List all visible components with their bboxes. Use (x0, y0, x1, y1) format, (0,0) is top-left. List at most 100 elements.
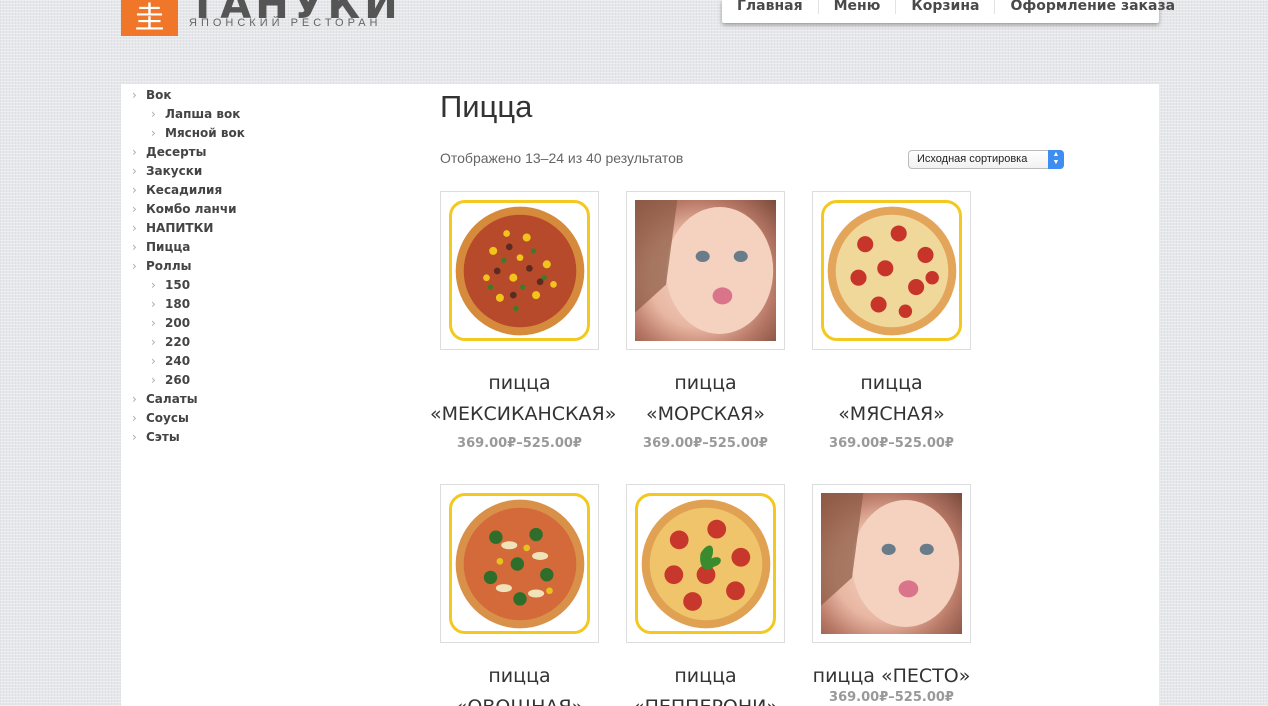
chevron-right-icon: › (132, 259, 137, 273)
category-item[interactable]: › Вок (131, 86, 245, 105)
category-item[interactable]: › Сэты (131, 428, 245, 447)
logo-tagline: ЯПОНСКИЙ РЕСТОРАН (189, 17, 382, 29)
result-count: Отображено 13–24 из 40 результатов (440, 150, 684, 166)
product-thumbnail[interactable] (812, 191, 971, 350)
chevron-right-icon: › (132, 392, 137, 406)
chevron-right-icon: › (151, 278, 156, 292)
category-label: Лапша вок (165, 107, 241, 121)
product-name[interactable]: пицца «ОВОЩНАЯ» (430, 661, 609, 706)
product-name[interactable]: пицца «МЯСНАЯ» (802, 368, 981, 430)
category-label: Салаты (146, 392, 198, 406)
category-item[interactable]: › 180 (131, 295, 245, 314)
pizza-mexican-image (449, 200, 590, 341)
product-thumbnail[interactable] (626, 484, 785, 643)
chevron-right-icon: › (151, 335, 156, 349)
category-item[interactable]: › 150 (131, 276, 245, 295)
product-thumbnail[interactable] (440, 191, 599, 350)
nav-menu[interactable]: Меню (817, 0, 896, 14)
category-item[interactable]: › Салаты (131, 390, 245, 409)
category-label: Роллы (146, 259, 192, 273)
category-label: 180 (165, 297, 191, 311)
chevron-right-icon: › (132, 221, 137, 235)
sort-dropdown[interactable]: Исходная сортировка ▲ ▼ (908, 150, 1064, 169)
category-label: Комбо ланчи (146, 202, 237, 216)
chevron-right-icon: › (151, 354, 156, 368)
product-name-line: пицца (674, 665, 737, 687)
chevron-right-icon: › (132, 430, 137, 444)
category-label: 220 (165, 335, 191, 349)
product-thumbnail[interactable] (626, 191, 785, 350)
top-nav: Главная Меню Корзина Оформление заказа (722, 0, 1175, 23)
product-price: 369.00₽–525.00₽ (643, 436, 768, 451)
category-label: 200 (165, 316, 191, 330)
pizza-pepperoni-image (635, 493, 776, 634)
chevron-right-icon: › (151, 373, 156, 387)
chevron-right-icon: › (132, 240, 137, 254)
product-price: 369.00₽–525.00₽ (829, 690, 954, 705)
category-label: Кесадилия (146, 183, 223, 197)
chevron-right-icon: › (132, 183, 137, 197)
product-name[interactable]: пицца «ПЕСТО» (802, 661, 981, 692)
nav-cart[interactable]: Корзина (895, 0, 994, 14)
category-item[interactable]: › Мясной вок (131, 124, 245, 143)
category-label: Вок (146, 88, 172, 102)
product-name[interactable]: пицца «МЕКСИКАНСКАЯ» (430, 368, 617, 430)
product-name-line: «МОРСКАЯ» (645, 403, 765, 425)
product-thumbnail[interactable] (812, 484, 971, 643)
page-title: Пицца (440, 89, 533, 124)
product-name-line: «МЕКСИКАНСКАЯ» (430, 403, 617, 425)
product-name-line: пицца (488, 372, 551, 394)
nav-home[interactable]: Главная (722, 0, 818, 14)
product-name[interactable]: пицца «МОРСКАЯ» (616, 368, 795, 430)
pizza-vegetable-image (449, 493, 590, 634)
category-item[interactable]: › Десерты (131, 143, 245, 162)
product-name[interactable]: пицца «ПЕППЕРОНИ» (616, 661, 795, 706)
chevron-right-icon: › (151, 107, 156, 121)
product-name-line: пицца (488, 665, 551, 687)
category-label: Десерты (146, 145, 207, 159)
logo-mark[interactable]: 圭 (121, 0, 178, 36)
chevron-right-icon: › (151, 126, 156, 140)
category-label: Мясной вок (165, 126, 245, 140)
product-name-line: «МЯСНАЯ» (838, 403, 945, 425)
updown-arrows-icon: ▲ ▼ (1048, 150, 1064, 169)
category-item[interactable]: › Кесадилия (131, 181, 245, 200)
category-label: Соусы (146, 411, 189, 425)
category-item[interactable]: › Комбо ланчи (131, 200, 245, 219)
category-label: НАПИТКИ (146, 221, 214, 235)
product-price: 369.00₽–525.00₽ (457, 436, 582, 451)
category-item[interactable]: › 200 (131, 314, 245, 333)
category-item[interactable]: › 260 (131, 371, 245, 390)
product-thumbnail[interactable] (440, 484, 599, 643)
category-label: Закуски (146, 164, 203, 178)
product-name-line: пицца «ПЕСТО» (812, 665, 971, 687)
category-sidebar: › Вок › Лапша вок › Мясной вок › Десерты › За… (131, 86, 245, 447)
chevron-right-icon: › (132, 145, 137, 159)
category-item[interactable]: › Роллы (131, 257, 245, 276)
pizza-meat-image (821, 200, 962, 341)
chevron-right-icon: › (132, 202, 137, 216)
chevron-right-icon: › (132, 411, 137, 425)
category-item[interactable]: › Пицца (131, 238, 245, 257)
category-item[interactable]: › Лапша вок (131, 105, 245, 124)
category-item[interactable]: › Закуски (131, 162, 245, 181)
nav-checkout[interactable]: Оформление заказа (994, 0, 1190, 14)
category-label: 240 (165, 354, 191, 368)
category-label: 260 (165, 373, 191, 387)
category-label: Пицца (146, 240, 191, 254)
product-price: 369.00₽–525.00₽ (829, 436, 954, 451)
category-item[interactable]: › 240 (131, 352, 245, 371)
category-item[interactable]: › НАПИТКИ (131, 219, 245, 238)
content-panel: › Вок › Лапша вок › Мясной вок › Десерты › За… (121, 84, 1159, 706)
category-item[interactable]: › 220 (131, 333, 245, 352)
product-name-line: «ОВОЩНАЯ» (430, 692, 609, 706)
chevron-right-icon: › (151, 316, 156, 330)
product-name-line: пицца (860, 372, 923, 394)
category-item[interactable]: › Соусы (131, 409, 245, 428)
product-name-line: «ПЕППЕРОНИ» (616, 692, 795, 706)
category-label: 150 (165, 278, 191, 292)
placeholder-photo-image (821, 493, 962, 634)
product-name-line: пицца (674, 372, 737, 394)
category-label: Сэты (146, 430, 180, 444)
chevron-right-icon: › (151, 297, 156, 311)
